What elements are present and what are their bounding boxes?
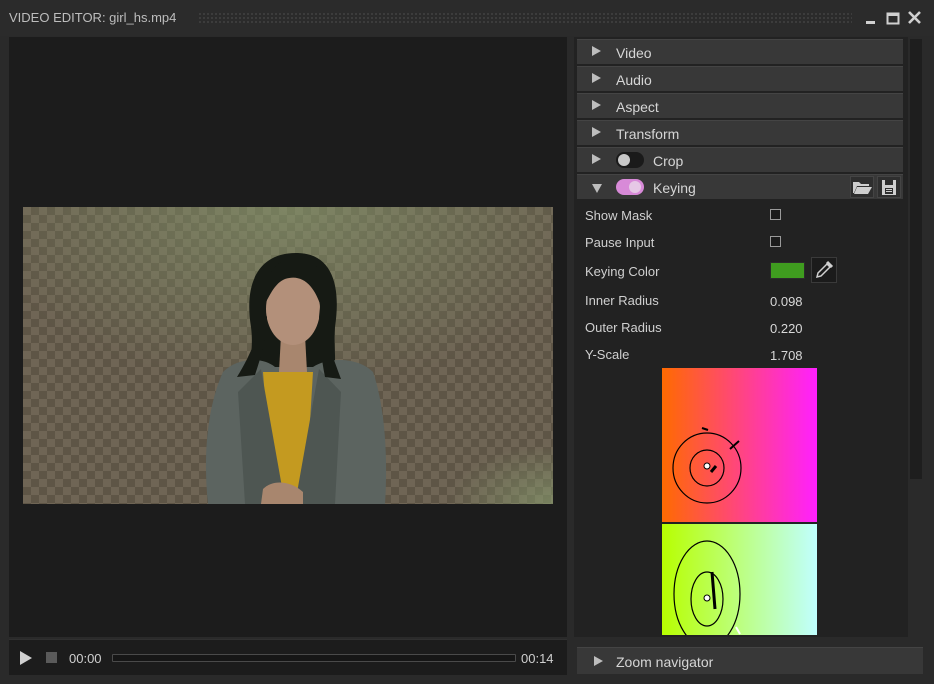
section-audio[interactable]: Audio (577, 66, 903, 91)
title-bar: VIDEO EDITOR: girl_hs.mp4 (0, 0, 934, 36)
close-icon[interactable] (906, 9, 924, 27)
section-audio-label: Audio (616, 72, 652, 88)
stop-icon[interactable] (46, 652, 57, 663)
window-title: VIDEO EDITOR: girl_hs.mp4 (9, 10, 177, 25)
scrollbar-thumb[interactable] (910, 39, 922, 479)
section-video[interactable]: Video (577, 39, 903, 64)
y-scale-value[interactable]: 1.708 (770, 348, 803, 363)
section-aspect[interactable]: Aspect (577, 93, 903, 118)
video-viewer[interactable] (9, 37, 567, 637)
title-bar-grip[interactable] (198, 12, 852, 24)
inner-radius-label: Inner Radius (585, 293, 659, 308)
toggle-knob (618, 154, 630, 166)
outer-radius-label: Outer Radius (585, 320, 662, 335)
current-time: 00:00 (69, 651, 102, 666)
section-video-label: Video (616, 45, 652, 61)
video-subject-image (23, 207, 553, 504)
show-mask-label: Show Mask (585, 208, 653, 223)
pause-input-checkbox[interactable] (770, 236, 781, 247)
keying-color-label: Keying Color (585, 264, 660, 279)
chroma-key-wheel-top[interactable] (662, 368, 817, 522)
transport-bar: 00:00 00:14 (9, 639, 567, 675)
pause-input-label: Pause Input (585, 235, 655, 250)
expand-arrow-icon (592, 127, 601, 137)
eyedropper-icon[interactable] (811, 257, 837, 283)
expand-arrow-icon (594, 656, 603, 666)
video-frame[interactable] (23, 207, 553, 504)
section-crop[interactable]: Crop (577, 147, 903, 172)
properties-panel: Video Audio Aspect Transform Crop Keying… (574, 37, 908, 637)
y-scale-label: Y-Scale (585, 347, 630, 362)
duration-time: 00:14 (521, 651, 554, 666)
zoom-navigator-label: Zoom navigator (616, 654, 714, 670)
collapse-arrow-icon (592, 184, 602, 193)
section-crop-label: Crop (653, 153, 684, 169)
toggle-knob (629, 181, 641, 193)
inner-radius-value[interactable]: 0.098 (770, 294, 803, 309)
section-keying[interactable]: Keying (577, 174, 903, 199)
minimize-icon[interactable] (862, 9, 880, 27)
expand-arrow-icon (592, 154, 601, 164)
expand-arrow-icon (592, 46, 601, 56)
folder-open-icon[interactable] (850, 176, 874, 198)
crop-toggle[interactable] (616, 152, 644, 168)
show-mask-checkbox[interactable] (770, 209, 781, 220)
section-keying-label: Keying (653, 180, 696, 196)
section-zoom-navigator[interactable]: Zoom navigator (577, 647, 923, 674)
keying-toggle[interactable] (616, 179, 644, 195)
maximize-icon[interactable] (884, 9, 902, 27)
timeline-scrubber[interactable] (112, 654, 516, 662)
section-transform-label: Transform (616, 126, 680, 142)
section-aspect-label: Aspect (616, 99, 659, 115)
play-icon[interactable] (19, 650, 33, 666)
keying-color-swatch[interactable] (770, 262, 805, 279)
chroma-key-wheel-bottom[interactable] (662, 524, 817, 635)
save-icon[interactable] (877, 176, 901, 198)
panel-scrollbar[interactable] (908, 37, 924, 637)
outer-radius-value[interactable]: 0.220 (770, 321, 803, 336)
section-transform[interactable]: Transform (577, 120, 903, 145)
expand-arrow-icon (592, 73, 601, 83)
expand-arrow-icon (592, 100, 601, 110)
